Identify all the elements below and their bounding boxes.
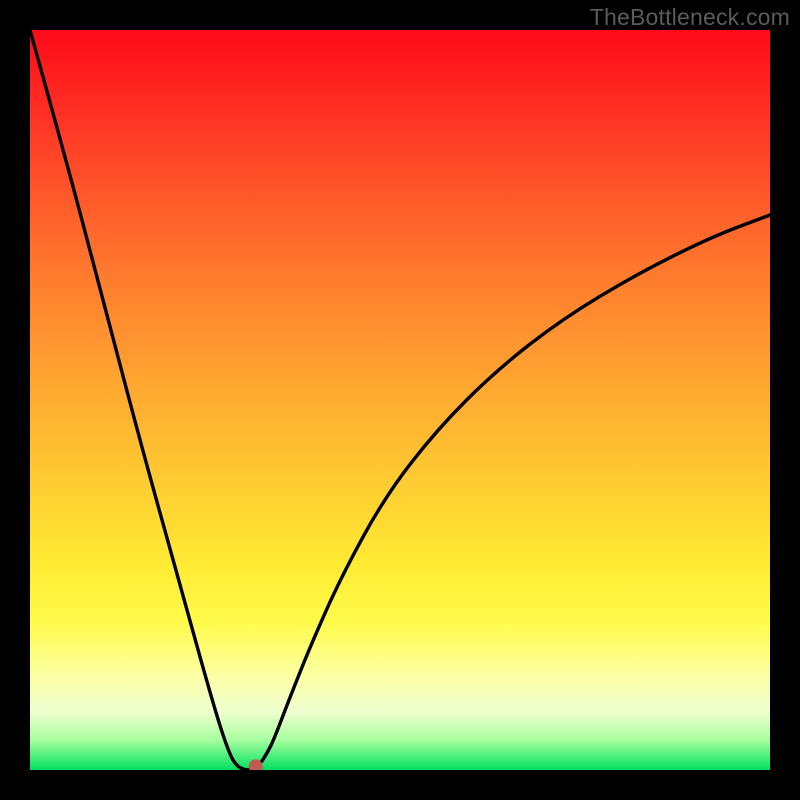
bottleneck-curve xyxy=(30,30,770,770)
plot-area xyxy=(30,30,770,770)
chart-svg xyxy=(30,30,770,770)
chart-frame: TheBottleneck.com xyxy=(0,0,800,800)
watermark-text: TheBottleneck.com xyxy=(590,4,790,31)
